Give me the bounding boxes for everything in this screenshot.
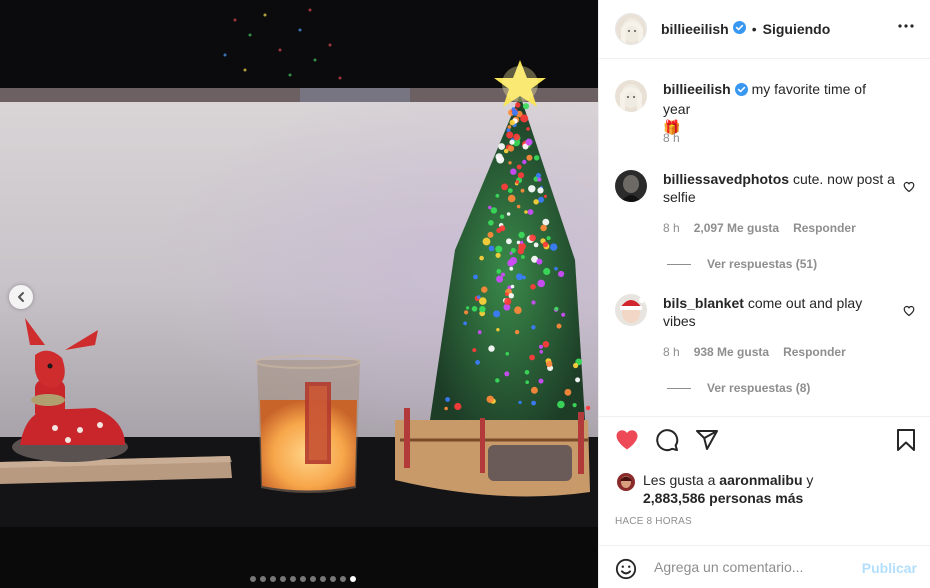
carousel-dot [250,576,256,582]
chevron-left-icon [18,292,24,302]
header-separator: • [751,21,757,37]
view-replies-button[interactable]: Ver respuestas (51) [667,257,817,271]
carousel-dot [310,576,316,582]
heart-filled-icon [616,430,638,450]
carousel-dot [290,576,296,582]
caption-age: 8 h [663,131,680,145]
comment-username[interactable]: bils_blanket [663,295,744,311]
paper-plane-icon [696,430,718,450]
commenter-avatar[interactable] [615,294,647,326]
action-bar [599,428,930,458]
verified-badge-icon [734,82,748,100]
comment-age: 8 h [663,345,680,359]
more-options-button[interactable] [897,17,915,38]
author-avatar[interactable] [615,13,647,45]
save-button[interactable] [895,428,917,455]
liker-avatar[interactable] [617,473,635,491]
verified-badge-icon [732,21,746,37]
caption-text-block: billieeilish my favorite time of year 🎁 [663,80,895,136]
bookmark-icon [897,429,915,451]
post-timestamp[interactable]: HACE 8 HORAS [615,516,692,527]
likes-prefix: Les gusta a [643,472,716,488]
comment-text-block: bils_blanket come out and play vibes [663,294,895,330]
view-replies-label: Ver respuestas (51) [707,257,818,271]
comment-like-button[interactable] [903,180,915,196]
liker-username[interactable]: aaronmalibu [719,472,802,488]
comment-text-block: billiessavedphotos cute. now post a self… [663,170,895,206]
comment-likes[interactable]: 938 Me gusta [694,345,769,359]
more-horizontal-icon [898,24,914,28]
add-comment-bar: Publicar [599,545,930,588]
carousel-indicator [250,576,356,582]
smiley-icon [615,558,637,580]
follow-status-button[interactable]: Siguiendo [763,21,831,37]
replies-divider [667,387,691,389]
comment-likes[interactable]: 2,097 Me gusta [694,221,779,235]
comment-bubble-icon [656,429,679,452]
comment-item: bils_blanket come out and play vibes 8 h… [615,294,915,404]
like-button[interactable] [615,428,639,455]
likes-conj: y [806,472,814,488]
carousel-dot [280,576,286,582]
caption-meta: 8 h [663,131,680,145]
likes-text: Les gusta a aaronmalibu y 2,883,586 pers… [643,471,915,507]
view-replies-label: Ver respuestas (8) [707,381,811,395]
author-username[interactable]: billieeilish [661,21,729,37]
comment-meta: 8 h 2,097 Me gusta Responder [663,221,856,235]
carousel-dot [270,576,276,582]
heart-outline-icon [903,181,915,193]
caption: billieeilish my favorite time of year 🎁 … [615,80,915,150]
post-media [0,0,598,588]
replies-divider [667,263,691,265]
share-button[interactable] [695,428,719,455]
caption-avatar[interactable] [615,80,647,112]
comment-age: 8 h [663,221,680,235]
previous-image-button[interactable] [9,285,33,309]
view-replies-button[interactable]: Ver respuestas (8) [667,381,810,395]
likes-others[interactable]: 2,883,586 personas más [643,490,803,506]
commenter-avatar[interactable] [615,170,647,202]
comment-input[interactable] [654,556,854,578]
comment-item: billiessavedphotos cute. now post a self… [615,170,915,280]
post-header: billieeilish • Siguiendo [599,0,930,59]
comments-section: billieeilish my favorite time of year 🎁 … [599,59,930,417]
comment-like-button[interactable] [903,304,915,320]
reply-button[interactable]: Responder [793,221,856,235]
emoji-button[interactable] [615,558,637,583]
carousel-dot [340,576,346,582]
comment-button[interactable] [655,428,679,455]
comment-meta: 8 h 938 Me gusta Responder [663,345,846,359]
heart-outline-icon [903,305,915,317]
caption-username[interactable]: billieeilish [663,81,731,97]
carousel-dot [350,576,356,582]
carousel-dot [330,576,336,582]
post-sidebar: billieeilish • Siguiendo billieeilish my… [598,0,930,588]
carousel-dot [300,576,306,582]
comment-username[interactable]: billiessavedphotos [663,171,789,187]
publish-button[interactable]: Publicar [862,560,917,576]
reply-button[interactable]: Responder [783,345,846,359]
carousel-dot [260,576,266,582]
post-photo [0,0,598,588]
carousel-dot [320,576,326,582]
